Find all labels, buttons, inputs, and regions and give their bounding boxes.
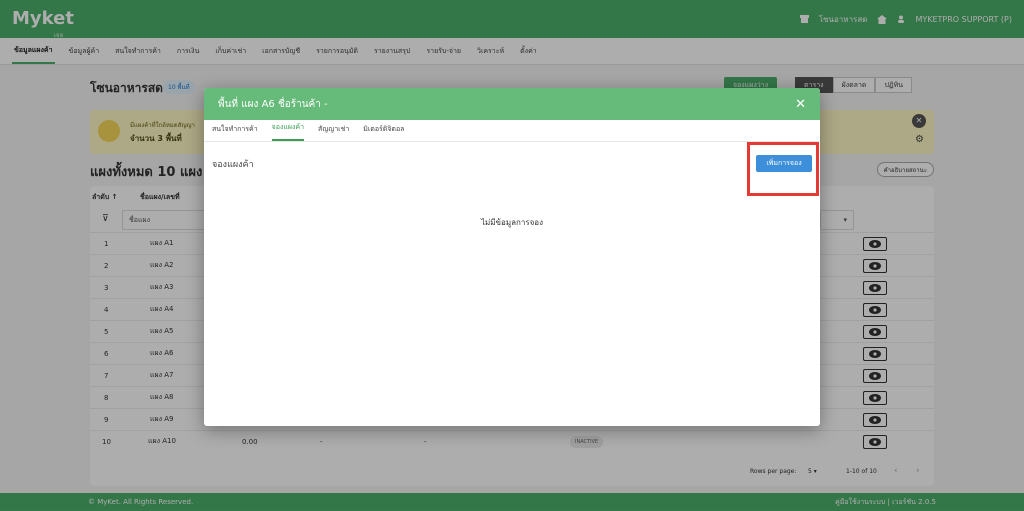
add-booking-label: เพิ่มการจอง <box>766 160 802 167</box>
tab-lease-contract[interactable]: สัญญาเช่า <box>318 124 349 141</box>
modal-header: พื้นที่ แผง A6 ชื่อร้านค้า - ✕ <box>204 88 820 120</box>
modal-title: พื้นที่ แผง A6 ชื่อร้านค้า - <box>218 98 328 110</box>
close-icon[interactable]: ✕ <box>795 98 806 111</box>
tab-booking[interactable]: จองแผงค้า <box>271 122 305 141</box>
tab-digital-meter[interactable]: มิเตอร์ดิจิตอล <box>363 124 404 141</box>
tab-interested[interactable]: สนใจทำการค้า <box>212 124 258 141</box>
empty-state-message: ไม่มีข้อมูลการจอง <box>480 218 544 227</box>
stall-detail-modal: พื้นที่ แผง A6 ชื่อร้านค้า - ✕ สนใจทำการ… <box>204 88 820 426</box>
booking-section-title: จองแผงค้า <box>212 160 254 170</box>
modal-tabs: สนใจทำการค้า จองแผงค้า สัญญาเช่า มิเตอร์… <box>204 120 820 142</box>
add-booking-button[interactable]: เพิ่มการจอง <box>756 155 812 172</box>
